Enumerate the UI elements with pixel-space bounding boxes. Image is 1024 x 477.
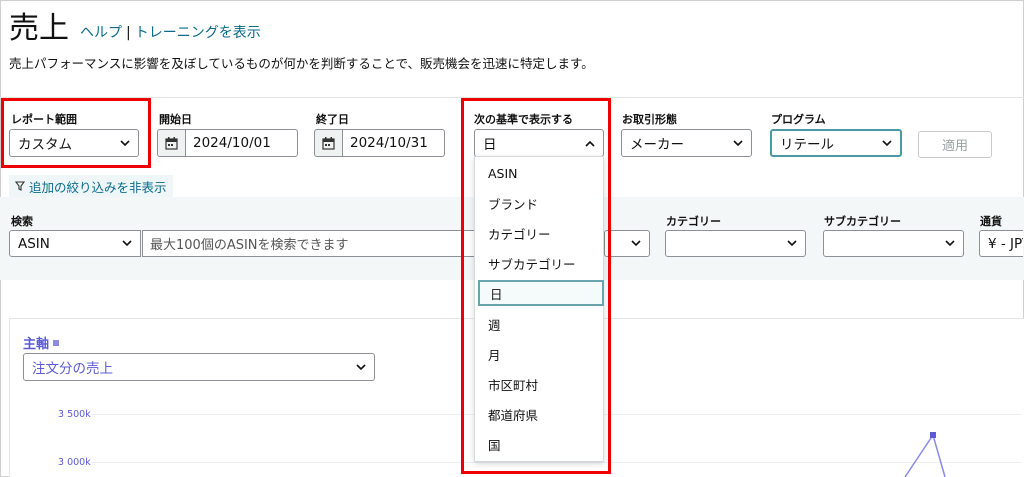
- series-color-swatch: [53, 339, 60, 346]
- end-date-value[interactable]: 2024/10/31: [342, 129, 445, 157]
- currency-select[interactable]: ¥ - JPY: [979, 230, 1023, 257]
- help-link[interactable]: ヘルプ: [80, 25, 122, 41]
- page-description: 売上パフォーマンスに影響を及ぼしているものが何かを判断することで、販売機会を迅速…: [9, 56, 594, 71]
- search-label: 検索: [11, 215, 33, 228]
- primary-axis-text: 主軸: [23, 337, 50, 352]
- metric-select[interactable]: 注文分の売上: [23, 353, 375, 381]
- chart-series-line: [904, 432, 946, 477]
- end-date-label: 終了日: [316, 113, 349, 126]
- currency-value: ¥ - JPY: [988, 235, 1023, 252]
- calendar-icon[interactable]: [314, 129, 342, 157]
- chevron-down-icon: [733, 138, 743, 148]
- chevron-down-icon: [945, 239, 955, 249]
- start-date-label: 開始日: [159, 113, 192, 126]
- y-tick-label: 3 500k: [58, 409, 91, 420]
- business-type-label: お取引形態: [622, 113, 677, 126]
- filter-icon: [14, 179, 26, 194]
- chart-point[interactable]: [930, 432, 936, 438]
- filter-toggle-label: 追加の絞り込みを非表示: [29, 179, 167, 195]
- y-tick-label: 3 000k: [58, 457, 91, 468]
- category-select[interactable]: [665, 230, 806, 257]
- business-type-select[interactable]: メーカー: [621, 129, 752, 157]
- apply-button[interactable]: 適用: [918, 131, 992, 158]
- highlight-box-report-range: [1, 98, 151, 168]
- chevron-down-icon: [122, 239, 132, 249]
- business-type-value: メーカー: [630, 137, 684, 153]
- start-date-field[interactable]: 2024/10/01: [157, 129, 298, 157]
- start-date-value[interactable]: 2024/10/01: [185, 129, 298, 157]
- subcategory-select[interactable]: [823, 230, 964, 257]
- chevron-down-icon: [631, 239, 641, 249]
- search-type-value: ASIN: [18, 235, 50, 252]
- chevron-down-icon: [787, 239, 797, 249]
- calendar-icon[interactable]: [157, 129, 185, 157]
- search-type-select[interactable]: ASIN: [9, 230, 141, 257]
- program-value: リテール: [780, 137, 834, 153]
- chevron-down-icon: [356, 362, 366, 372]
- end-date-field[interactable]: 2024/10/31: [314, 129, 445, 157]
- link-separator: |: [126, 25, 131, 41]
- subcategory-label: サブカテゴリー: [824, 215, 901, 228]
- program-select[interactable]: リテール: [770, 129, 902, 157]
- highlight-box-display-by: [461, 98, 611, 474]
- primary-axis-label: 主軸: [23, 333, 60, 352]
- help-links: ヘルプ | トレーニングを表示: [80, 22, 261, 42]
- filter-toggle-link[interactable]: 追加の絞り込みを非表示: [9, 175, 173, 197]
- page-title: 売上: [9, 11, 69, 46]
- training-link[interactable]: トレーニングを表示: [135, 25, 261, 41]
- search-input[interactable]: 最大100個のASINを検索できます: [142, 230, 482, 257]
- currency-label: 通貨: [980, 215, 1002, 228]
- program-label: プログラム: [771, 113, 826, 126]
- category-label: カテゴリー: [666, 215, 721, 228]
- metric-value: 注文分の売上: [32, 361, 113, 377]
- chevron-down-icon: [882, 138, 892, 148]
